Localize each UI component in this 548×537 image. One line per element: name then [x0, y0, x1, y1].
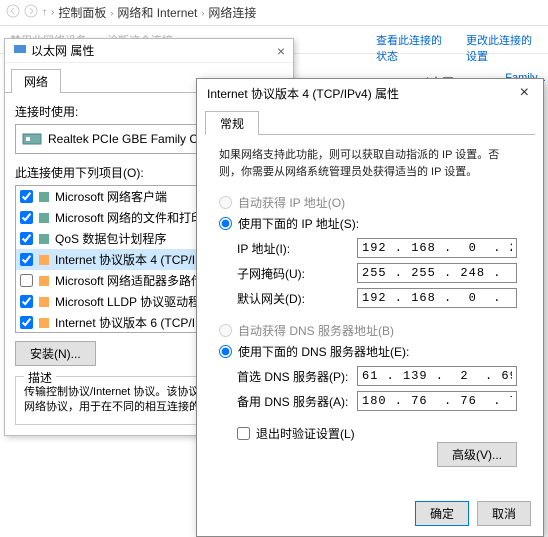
forward-icon[interactable] — [24, 4, 38, 21]
proto-checkbox[interactable] — [20, 190, 33, 203]
preferred-dns-field[interactable] — [357, 366, 517, 386]
protocol-icon — [37, 316, 51, 330]
close-icon[interactable]: × — [277, 43, 285, 59]
radio-manual-ip-input[interactable] — [219, 217, 232, 230]
proto-checkbox[interactable] — [20, 211, 33, 224]
address-breadcrumb[interactable]: ↑ › 控制面板 › 网络和 Internet › 网络连接 — [0, 0, 548, 26]
tab-network[interactable]: 网络 — [11, 69, 61, 93]
adapter-name: Realtek PCIe GBE Family Con — [48, 132, 211, 146]
ethernet-properties-titlebar[interactable]: 以太网 属性 × — [5, 39, 293, 63]
proto-checkbox[interactable] — [20, 295, 33, 308]
lbl-dns1: 首选 DNS 服务器(P): — [237, 368, 357, 385]
crumb-network-connections[interactable]: 网络连接 — [208, 4, 256, 21]
gateway-field[interactable] — [357, 288, 517, 308]
protocol-icon — [37, 253, 51, 267]
proto-checkbox[interactable] — [20, 274, 33, 287]
ip-address-field[interactable] — [357, 238, 517, 258]
link-change-settings[interactable]: 更改此连接的设置 — [466, 32, 540, 64]
subnet-mask-field[interactable] — [357, 263, 517, 283]
desc-legend: 描述 — [24, 369, 56, 386]
ipv4-title-text: Internet 协议版本 4 (TCP/IPv4) 属性 — [207, 85, 399, 102]
radio-auto-ip-input[interactable] — [219, 196, 232, 209]
radio-auto-dns-input[interactable] — [219, 324, 232, 337]
radio-auto-ip[interactable]: 自动获得 IP 地址(O) — [219, 194, 521, 211]
radio-auto-dns[interactable]: 自动获得 DNS 服务器地址(B) — [219, 322, 521, 339]
lbl-mask: 子网掩码(U): — [237, 265, 357, 282]
service-icon — [37, 211, 51, 225]
tab-general[interactable]: 常规 — [205, 111, 259, 135]
protocol-icon — [37, 295, 51, 309]
proto-checkbox[interactable] — [20, 316, 33, 329]
proto-checkbox[interactable] — [20, 232, 33, 245]
lbl-gateway: 默认网关(D): — [237, 290, 357, 307]
validate-on-exit-checkbox[interactable]: 退出时验证设置(L) — [237, 425, 521, 442]
eth-title-text: 以太网 属性 — [31, 42, 94, 59]
install-button[interactable]: 安装(N)... — [15, 341, 96, 366]
close-icon[interactable]: × — [516, 84, 533, 102]
back-icon[interactable] — [6, 4, 20, 21]
ok-button[interactable]: 确定 — [415, 501, 469, 526]
lbl-ip: IP 地址(I): — [237, 240, 357, 257]
service-icon — [37, 232, 51, 246]
radio-manual-dns[interactable]: 使用下面的 DNS 服务器地址(E): — [219, 343, 521, 360]
up-icon[interactable]: ↑ — [42, 7, 47, 18]
lbl-dns2: 备用 DNS 服务器(A): — [237, 393, 357, 410]
link-view-status[interactable]: 查看此连接的状态 — [376, 32, 450, 64]
nic-icon — [22, 131, 42, 147]
ipv4-titlebar[interactable]: Internet 协议版本 4 (TCP/IPv4) 属性 × — [197, 79, 543, 107]
protocol-icon — [37, 274, 51, 288]
radio-manual-ip[interactable]: 使用下面的 IP 地址(S): — [219, 215, 521, 232]
proto-checkbox[interactable] — [20, 253, 33, 266]
alternate-dns-field[interactable] — [357, 391, 517, 411]
validate-checkbox-input[interactable] — [237, 427, 250, 440]
advanced-button[interactable]: 高级(V)... — [437, 442, 517, 467]
network-icon — [13, 42, 27, 59]
crumb-control-panel[interactable]: 控制面板 — [58, 4, 106, 21]
client-icon — [37, 190, 51, 204]
cancel-button[interactable]: 取消 — [477, 501, 531, 526]
radio-manual-dns-input[interactable] — [219, 345, 232, 358]
crumb-network-internet[interactable]: 网络和 Internet — [117, 4, 197, 21]
ipv4-properties-window: Internet 协议版本 4 (TCP/IPv4) 属性 × 常规 如果网络支… — [196, 78, 544, 537]
info-text: 如果网络支持此功能，则可以获取自动指派的 IP 设置。否则，你需要从网络系统管理… — [219, 147, 521, 180]
